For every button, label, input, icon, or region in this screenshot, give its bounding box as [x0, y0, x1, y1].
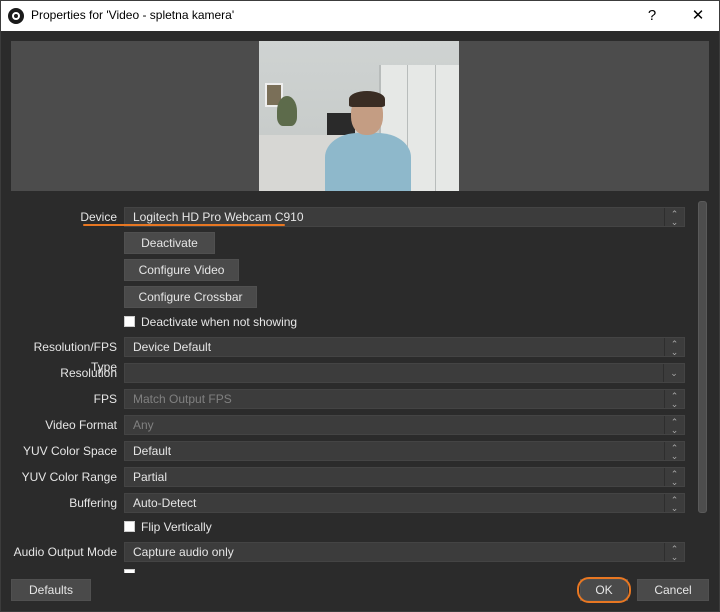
properties-list: Device Logitech HD Pro Webcam C910 ⌃ ⌄ De…	[11, 199, 685, 573]
video-format-label: Video Format	[45, 418, 117, 432]
spin-arrows-icon: ⌃ ⌄	[664, 543, 684, 562]
fps-value: Match Output FPS	[133, 392, 232, 406]
configure-crossbar-button[interactable]: Configure Crossbar	[124, 286, 257, 308]
resolution-label: Resolution	[60, 366, 117, 380]
resolution-fps-type-value: Device Default	[133, 340, 212, 354]
checkbox-unchecked-icon	[124, 521, 135, 532]
resolution-fps-type-select[interactable]: Device Default ⌃ ⌄	[124, 337, 685, 357]
properties-dialog: Properties for 'Video - spletna kamera' …	[0, 0, 720, 612]
resolution-combobox[interactable]: ⌄	[124, 363, 685, 383]
obs-logo-icon	[8, 8, 24, 24]
deactivate-when-not-showing-label: Deactivate when not showing	[141, 315, 298, 329]
audio-output-mode-select[interactable]: Capture audio only ⌃ ⌄	[124, 542, 685, 562]
device-value: Logitech HD Pro Webcam C910	[133, 210, 304, 224]
checkbox-unchecked-icon	[124, 316, 135, 327]
flip-vertically-label: Flip Vertically	[141, 520, 212, 534]
help-button[interactable]: ?	[637, 5, 667, 27]
fps-label: FPS	[93, 392, 117, 406]
ok-highlight-ring	[577, 577, 631, 603]
configure-video-button[interactable]: Configure Video	[124, 259, 239, 281]
cancel-button[interactable]: Cancel	[637, 579, 709, 601]
close-button[interactable]: ✕	[683, 5, 713, 27]
yuv-color-range-value: Partial	[133, 470, 168, 484]
scrollbar-thumb[interactable]	[698, 201, 707, 513]
checkbox-unchecked-icon	[124, 569, 135, 573]
spin-arrows-icon: ⌃ ⌄	[664, 338, 684, 357]
title-bar: Properties for 'Video - spletna kamera' …	[1, 1, 719, 31]
spin-arrows-icon: ⌃ ⌄	[664, 416, 684, 435]
spin-arrows-icon: ⌃ ⌄	[664, 442, 684, 461]
spin-arrows-icon: ⌃ ⌄	[664, 494, 684, 513]
video-format-value: Any	[133, 418, 154, 432]
video-format-select[interactable]: Any ⌃ ⌄	[124, 415, 685, 435]
vertical-scrollbar[interactable]	[695, 199, 709, 573]
window-title: Properties for 'Video - spletna kamera'	[31, 8, 235, 22]
chevron-down-icon: ⌄	[663, 364, 684, 382]
webcam-frame	[259, 41, 459, 191]
deactivate-button[interactable]: Deactivate	[124, 232, 215, 254]
yuv-color-space-label: YUV Color Space	[22, 444, 117, 458]
yuv-color-range-label: YUV Color Range	[21, 470, 117, 484]
spin-arrows-icon: ⌃ ⌄	[664, 468, 684, 487]
fps-select[interactable]: Match Output FPS ⌃ ⌄	[124, 389, 685, 409]
audio-output-mode-label: Audio Output Mode	[13, 545, 117, 559]
video-preview	[11, 41, 709, 191]
defaults-button[interactable]: Defaults	[11, 579, 91, 601]
spin-arrows-icon: ⌃ ⌄	[664, 208, 684, 227]
yuv-color-space-select[interactable]: Default ⌃ ⌄	[124, 441, 685, 461]
yuv-color-space-value: Default	[133, 444, 172, 458]
audio-output-mode-value: Capture audio only	[133, 545, 234, 559]
spin-arrows-icon: ⌃ ⌄	[664, 390, 684, 409]
buffering-select[interactable]: Auto-Detect ⌃ ⌄	[124, 493, 685, 513]
device-highlight-underline	[83, 224, 285, 226]
buffering-value: Auto-Detect	[133, 496, 197, 510]
buffering-label: Buffering	[69, 496, 117, 510]
yuv-color-range-select[interactable]: Partial ⌃ ⌄	[124, 467, 685, 487]
